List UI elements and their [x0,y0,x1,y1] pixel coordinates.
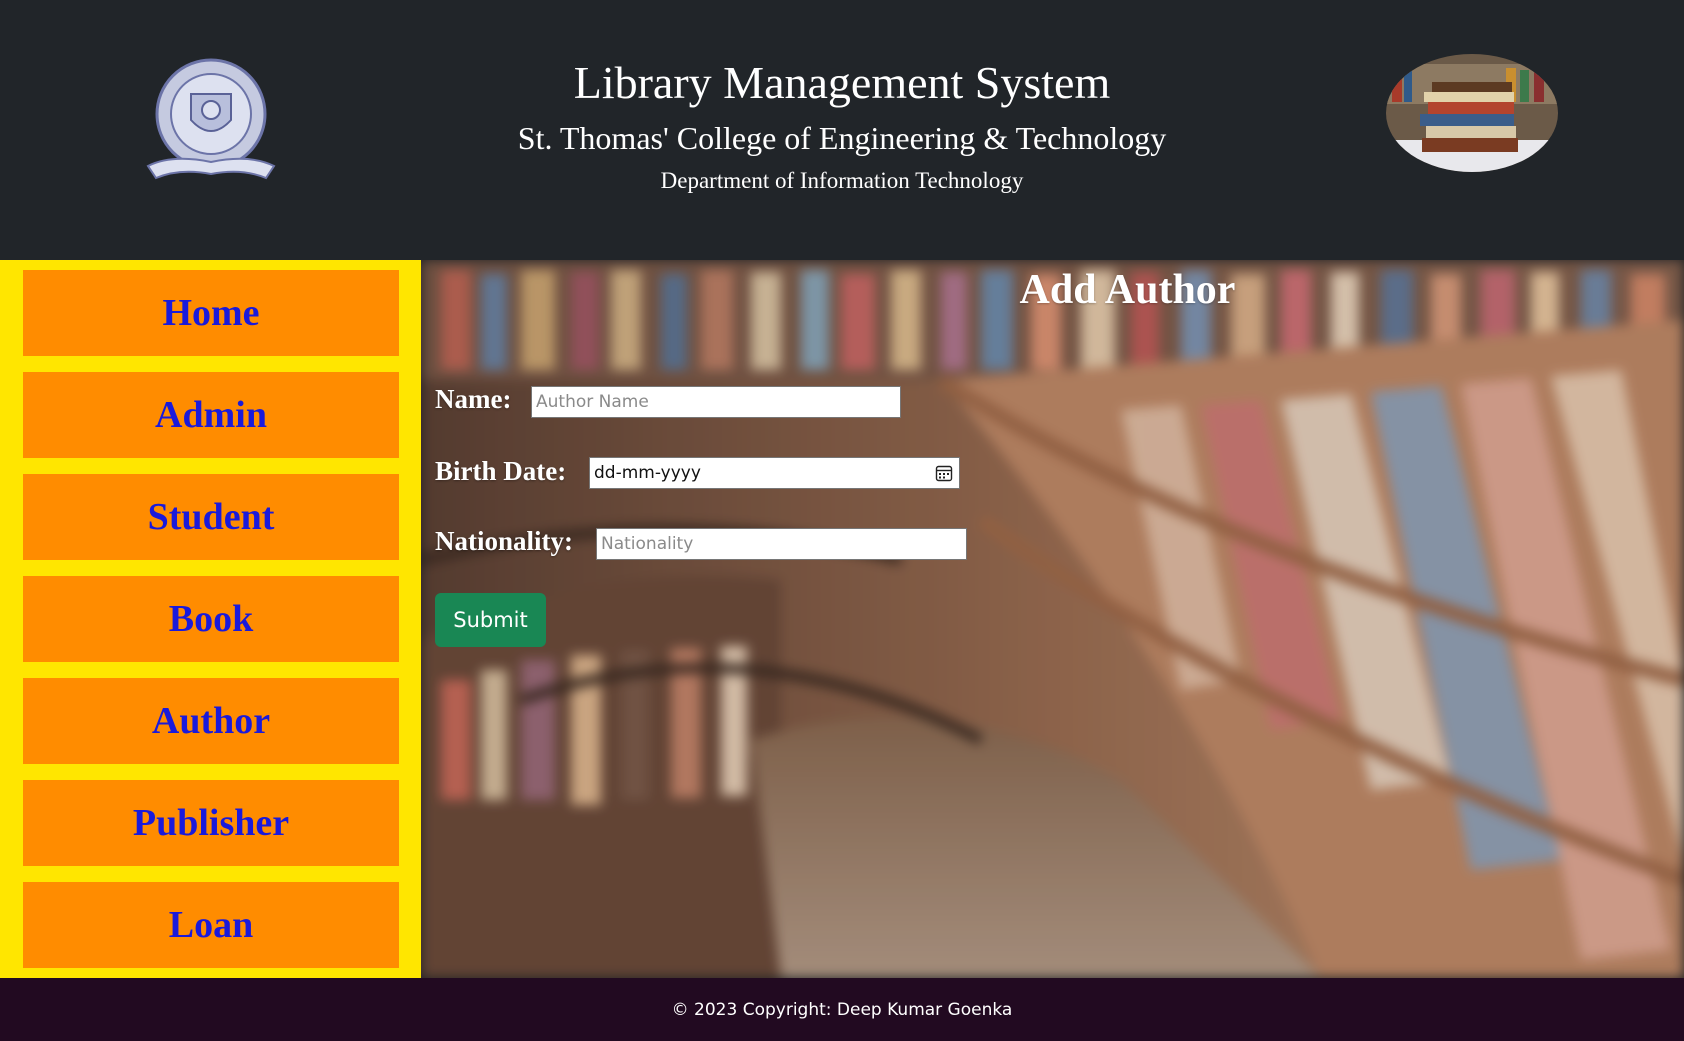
birth-date-value: dd-mm-yyyy [594,463,701,483]
birth-date-label: Birth Date: [435,456,567,486]
calendar-icon[interactable] [935,464,953,482]
sidebar-item-admin[interactable]: Admin [23,372,399,458]
page-title: Add Author [1019,267,1236,313]
sidebar-item-student[interactable]: Student [23,474,399,560]
author-name-input[interactable] [531,386,901,418]
nationality-input[interactable] [596,528,967,560]
sidebar-item-author[interactable]: Author [23,678,399,764]
page-footer: © 2023 Copyright: Deep Kumar Goenka [0,978,1684,1041]
page-header: Library Management System St. Thomas' Co… [0,0,1684,260]
name-label: Name: [435,384,512,414]
sidebar-item-publisher[interactable]: Publisher [23,780,399,866]
department-name: Department of Information Technology [660,168,1024,193]
background-tint [421,260,1684,978]
sidebar-item-loan[interactable]: Loan [23,882,399,968]
copyright-text: © 2023 Copyright: Deep Kumar Goenka [671,999,1013,1020]
sidebar-item-book[interactable]: Book [23,576,399,662]
main-content: Add Author Name: Birth Date: dd-mm-yyyy … [421,260,1684,978]
nationality-label: Nationality: [435,526,573,556]
birth-date-input[interactable]: dd-mm-yyyy [589,457,960,489]
book-stack-icon [1386,54,1558,172]
submit-button[interactable]: Submit [435,593,546,647]
sidebar-item-home[interactable]: Home [23,270,399,356]
sidebar-nav: Home Admin Student Book Author Publisher… [0,260,421,978]
